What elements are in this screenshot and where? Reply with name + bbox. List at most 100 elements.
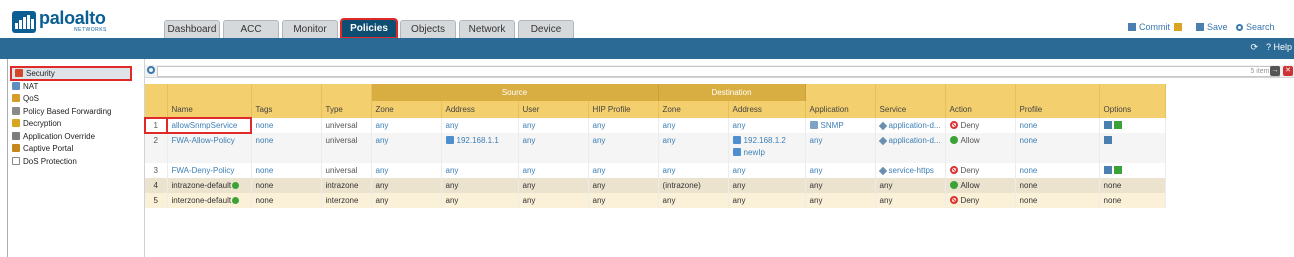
sidebar-item-label: Policy Based Forwarding bbox=[23, 107, 112, 116]
logo-subtext: NETWORKS bbox=[74, 27, 107, 33]
sidebar-item-security[interactable]: Security bbox=[10, 66, 132, 81]
schedule-icon[interactable] bbox=[1103, 121, 1112, 129]
tab-network[interactable]: Network bbox=[459, 20, 515, 38]
rule-name[interactable]: allowSnmpService bbox=[166, 117, 252, 134]
logo-bars-icon bbox=[12, 11, 36, 33]
sidebar-item-app-override[interactable]: Application Override bbox=[12, 131, 95, 142]
rule-application: any bbox=[805, 178, 876, 193]
sidebar-item-qos[interactable]: QoS bbox=[12, 93, 39, 104]
table-row[interactable]: 1 allowSnmpService none universal any an… bbox=[144, 117, 1166, 134]
tab-acc[interactable]: ACC bbox=[223, 20, 279, 38]
policies-sidebar: Security NAT QoS Policy Based Forwarding… bbox=[7, 59, 145, 257]
help-label: Help bbox=[1273, 42, 1292, 52]
schedule-icon[interactable] bbox=[1103, 136, 1112, 144]
sidebar-item-nat[interactable]: NAT bbox=[12, 81, 38, 92]
address-label: 192.168.1.1 bbox=[456, 136, 499, 145]
search-button[interactable]: Search bbox=[1236, 22, 1275, 32]
rule-application: any bbox=[805, 193, 876, 208]
security-rules-table: Source Destination Name Tags Type Zone A… bbox=[144, 84, 1166, 208]
rule-tags: none bbox=[251, 118, 322, 133]
col-hip-profile[interactable]: HIP Profile bbox=[588, 101, 659, 118]
logo-text: paloalto bbox=[39, 8, 106, 28]
apply-filter-button[interactable]: → bbox=[1270, 66, 1280, 76]
log-forwarding-icon[interactable] bbox=[1113, 166, 1122, 174]
tab-dashboard[interactable]: Dashboard bbox=[164, 20, 220, 38]
service-label: application-d... bbox=[888, 136, 941, 145]
col-tags[interactable]: Tags bbox=[251, 101, 322, 118]
rule-destination-address: any bbox=[728, 178, 806, 193]
rule-action: Allow bbox=[945, 178, 1016, 193]
log-forwarding-icon[interactable] bbox=[1113, 121, 1122, 129]
row-number: 3 bbox=[145, 163, 168, 178]
sidebar-item-dos-protection[interactable]: DoS Protection bbox=[12, 156, 77, 167]
top-bar: paloalto NETWORKS Dashboard ACC Monitor … bbox=[0, 0, 1294, 39]
rule-action: Deny bbox=[945, 163, 1016, 178]
action-label: Allow bbox=[960, 181, 980, 190]
rule-destination-zone: any bbox=[658, 133, 729, 163]
table-row[interactable]: 4 intrazone-default none intrazone any a… bbox=[145, 178, 1166, 193]
sidebar-item-decryption[interactable]: Decryption bbox=[12, 118, 61, 129]
clear-filter-button[interactable]: ✕ bbox=[1283, 66, 1293, 76]
lock-button[interactable] bbox=[1174, 22, 1185, 32]
rule-type: intrazone bbox=[321, 178, 372, 193]
application-label: SNMP bbox=[820, 121, 844, 130]
rule-hip-profile: any bbox=[588, 118, 659, 133]
rule-user: any bbox=[518, 118, 589, 133]
rule-destination-address: any bbox=[728, 193, 806, 208]
commit-button[interactable]: Commit bbox=[1128, 22, 1170, 32]
rule-application: any bbox=[805, 133, 876, 163]
save-button[interactable]: Save bbox=[1196, 22, 1228, 32]
refresh-icon[interactable]: ⟳ bbox=[1250, 42, 1258, 53]
service-icon bbox=[878, 121, 887, 131]
rule-options bbox=[1099, 133, 1166, 163]
col-options[interactable]: Options bbox=[1099, 101, 1166, 118]
rule-hip-profile: any bbox=[588, 193, 659, 208]
deny-icon bbox=[949, 196, 958, 204]
rule-action: Deny bbox=[945, 118, 1016, 133]
tab-policies[interactable]: Policies bbox=[340, 18, 398, 39]
captive-portal-icon bbox=[12, 144, 20, 152]
sidebar-item-label: Decryption bbox=[23, 119, 62, 128]
col-type[interactable]: Type bbox=[321, 101, 372, 118]
row-number: 2 bbox=[145, 133, 168, 163]
sidebar-item-label: NAT bbox=[23, 82, 39, 91]
col-destination-address[interactable]: Address bbox=[728, 101, 806, 118]
col-destination-zone[interactable]: Zone bbox=[658, 101, 729, 118]
rule-name[interactable]: FWA-Deny-Policy bbox=[167, 163, 252, 178]
tab-objects[interactable]: Objects bbox=[400, 20, 456, 38]
qos-icon bbox=[12, 94, 20, 102]
col-name[interactable]: Name bbox=[167, 101, 252, 118]
table-row[interactable]: 2 FWA-Allow-Policy none universal any 19… bbox=[145, 133, 1166, 163]
rule-service: service-https bbox=[875, 163, 946, 178]
col-user[interactable]: User bbox=[518, 101, 589, 118]
rule-name[interactable]: intrazone-default bbox=[167, 178, 252, 193]
col-action[interactable]: Action bbox=[945, 101, 1016, 118]
table-row[interactable]: 5 interzone-default none interzone any a… bbox=[145, 193, 1166, 208]
schedule-icon[interactable] bbox=[1103, 166, 1112, 174]
col-number[interactable] bbox=[145, 101, 168, 118]
rule-action: Allow bbox=[945, 133, 1016, 163]
col-source-zone[interactable]: Zone bbox=[371, 101, 442, 118]
rule-name[interactable]: interzone-default bbox=[167, 193, 252, 208]
help-button[interactable]: ? Help bbox=[1266, 42, 1292, 52]
rule-name[interactable]: FWA-Allow-Policy bbox=[167, 133, 252, 163]
rule-service: any bbox=[875, 178, 946, 193]
tab-device[interactable]: Device bbox=[518, 20, 574, 38]
address-label: newIp bbox=[743, 148, 765, 157]
col-application[interactable]: Application bbox=[805, 101, 876, 118]
table-row[interactable]: 3 FWA-Deny-Policy none universal any any… bbox=[145, 163, 1166, 178]
rule-destination-zone: any bbox=[658, 118, 729, 133]
rule-service: application-d... bbox=[875, 118, 946, 133]
app-override-icon bbox=[12, 132, 20, 140]
deny-icon bbox=[949, 121, 958, 129]
col-profile[interactable]: Profile bbox=[1015, 101, 1100, 118]
col-source-address[interactable]: Address bbox=[441, 101, 519, 118]
sidebar-item-captive-portal[interactable]: Captive Portal bbox=[12, 143, 73, 154]
default-rule-icon bbox=[232, 197, 240, 204]
sidebar-item-pbf[interactable]: Policy Based Forwarding bbox=[12, 106, 111, 117]
col-service[interactable]: Service bbox=[875, 101, 946, 118]
address-object-icon bbox=[445, 136, 454, 144]
rule-tags: none bbox=[251, 193, 322, 208]
tab-monitor[interactable]: Monitor bbox=[282, 20, 338, 38]
filter-input[interactable]: 5 items bbox=[157, 66, 1280, 77]
